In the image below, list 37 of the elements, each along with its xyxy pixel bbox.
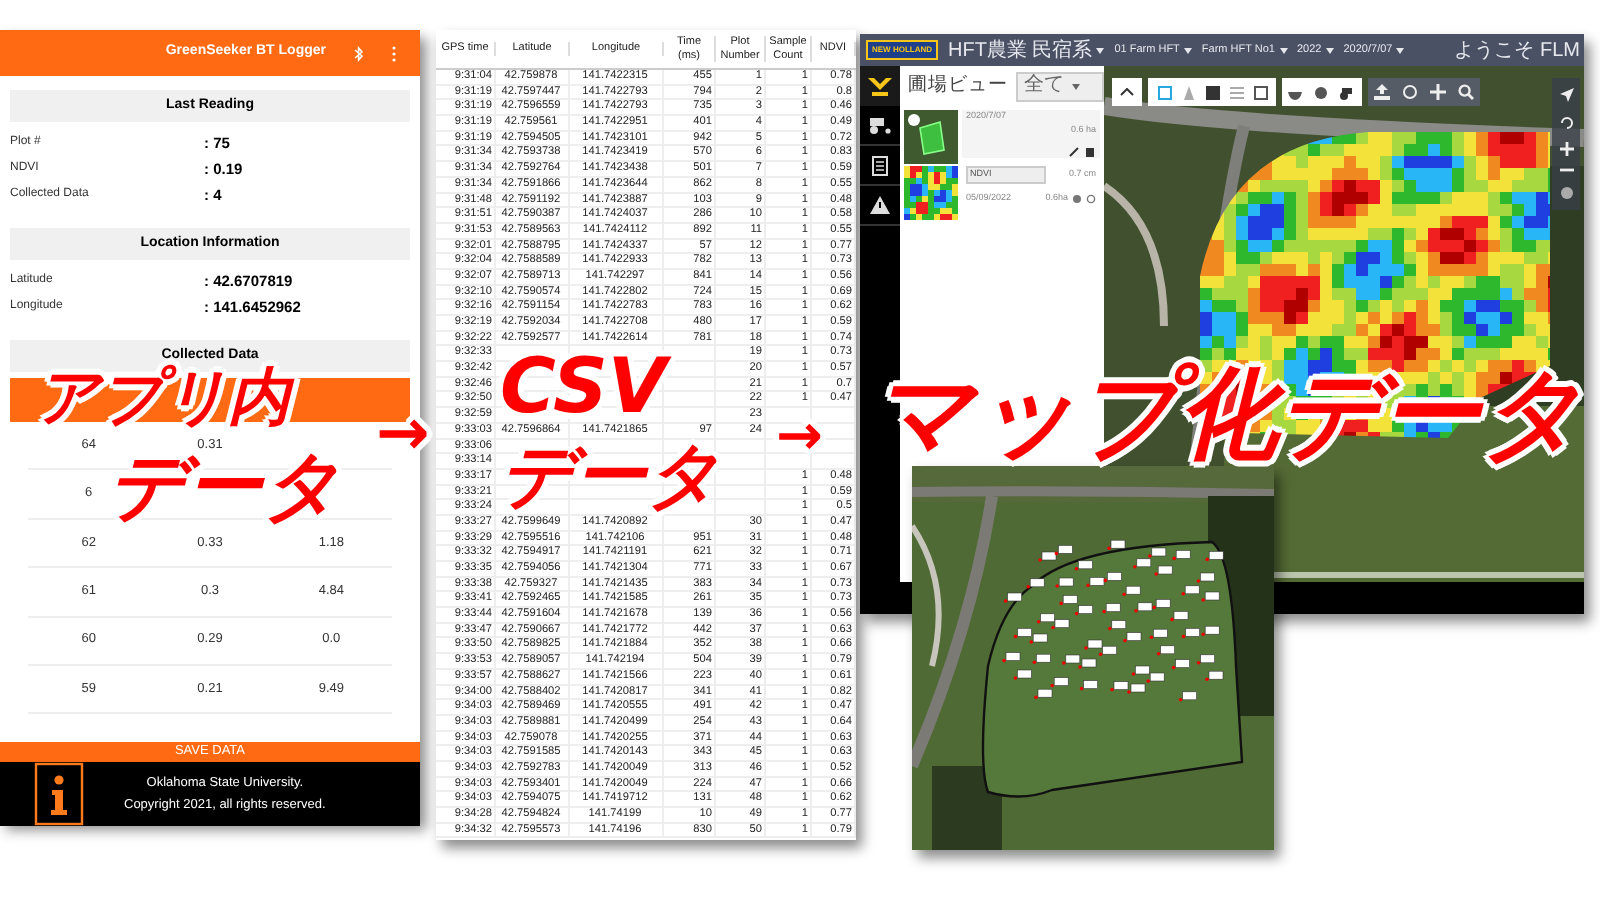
upload-icon[interactable] [1374,84,1390,100]
plus-icon[interactable] [1430,84,1446,100]
heatmap-thumbnail[interactable] [904,166,958,220]
chevron-up-icon [1120,88,1134,96]
zoom-out-icon[interactable] [1559,168,1573,173]
caret-icon [1072,83,1080,89]
tools-toolbar[interactable] [1368,78,1480,106]
caret-icon [1396,47,1405,53]
map-controls[interactable] [1552,78,1580,210]
search-icon[interactable] [1458,84,1474,100]
view-toolbar[interactable] [1148,78,1276,106]
caret-icon [1279,47,1287,53]
filter-dropdown[interactable]: 全て [1016,71,1104,101]
selector-dropdown[interactable]: HFT農業 民宿系 [948,35,1105,65]
pencil-icon[interactable] [1068,146,1080,158]
zoom-in-icon[interactable] [1559,141,1573,156]
caret-icon [1325,47,1334,53]
field-thumbnail[interactable] [904,110,958,164]
document-icon[interactable] [872,155,888,175]
collapse-button[interactable] [1112,78,1142,106]
bluetooth-icon[interactable] [354,45,364,61]
caption-text: アプリ内 [36,368,290,430]
trash-icon[interactable] [1084,146,1096,158]
info-icon[interactable] [34,761,84,826]
navigation-arrow-icon[interactable] [1559,88,1573,103]
layer-toolbar[interactable] [1282,78,1362,106]
caption-text: データ [500,442,720,514]
caret-icon [1096,47,1105,53]
logo-icon[interactable] [868,77,892,95]
warning-icon[interactable] [870,196,890,214]
panel-title: 圃場ビュー [908,71,1008,100]
caption-text: CSV [500,348,667,424]
caption-text: データ [108,448,340,524]
arrow-text: → [776,408,823,464]
user-menu[interactable]: ようこそ FLM [1454,35,1580,65]
caret-icon [1183,47,1192,53]
rotate-icon[interactable] [1559,115,1573,130]
